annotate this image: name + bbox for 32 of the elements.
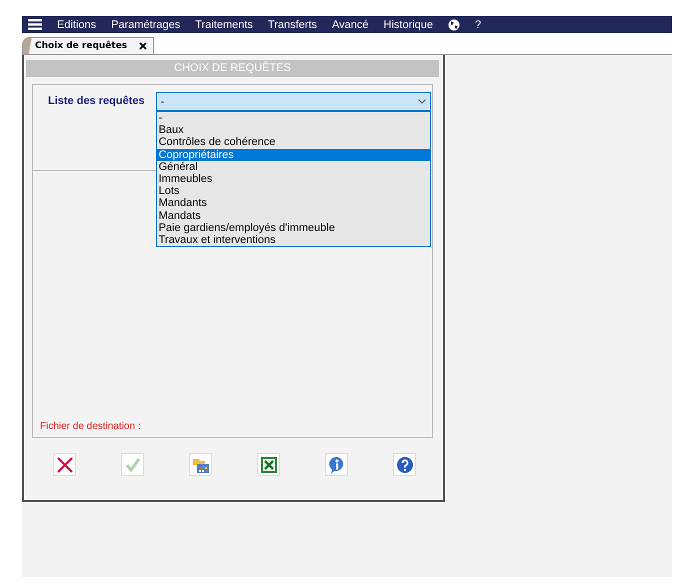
globe-icon[interactable] (448, 18, 460, 30)
help-button[interactable] (393, 453, 416, 476)
dropdown-option[interactable]: Travaux et interventions (156, 234, 430, 246)
dropdown-option[interactable]: - (156, 112, 430, 124)
dropdown-option[interactable]: Contrôles de cohérence (156, 136, 430, 149)
menu-icon[interactable] (28, 19, 42, 30)
field-label: Liste des requêtes (48, 95, 145, 109)
info-button[interactable] (325, 453, 348, 476)
chevron-icon (418, 99, 426, 104)
menu-item[interactable]: Avancé (332, 18, 369, 30)
open-file-button[interactable] (189, 453, 212, 476)
menu-item[interactable]: Traitements (195, 18, 253, 30)
tab[interactable]: Choix de requêtes (22, 37, 154, 54)
query-dropdown[interactable]: - (156, 92, 431, 111)
menu-item[interactable]: Historique (384, 18, 434, 30)
menu-item[interactable]: Transferts (268, 18, 318, 30)
dropdown-option[interactable]: Lots (156, 185, 430, 198)
dropdown-option[interactable]: Baux (156, 124, 430, 136)
dialog-title: CHOIX DE REQUÊTES (26, 60, 439, 77)
dropdown-option[interactable]: Immeubles (156, 172, 430, 186)
dropdown-option[interactable]: Mandats (156, 210, 430, 222)
dropdown-option[interactable]: Paie gardiens/employés d'immeuble (156, 222, 430, 234)
destination-label: Fichier de destination : (40, 421, 141, 432)
excel-export-button[interactable] (257, 453, 280, 476)
dropdown-option[interactable]: Général (156, 160, 430, 173)
cancel-button[interactable] (53, 453, 76, 476)
menu-item[interactable]: ? (475, 18, 482, 30)
dropdown-option[interactable]: Mandants (156, 197, 430, 210)
menu-item[interactable]: Paramétrages (111, 18, 180, 30)
menu-item[interactable]: Editions (57, 18, 96, 30)
dropdown-option[interactable]: Copropriétaires (156, 148, 430, 161)
close-icon[interactable] (139, 42, 148, 50)
